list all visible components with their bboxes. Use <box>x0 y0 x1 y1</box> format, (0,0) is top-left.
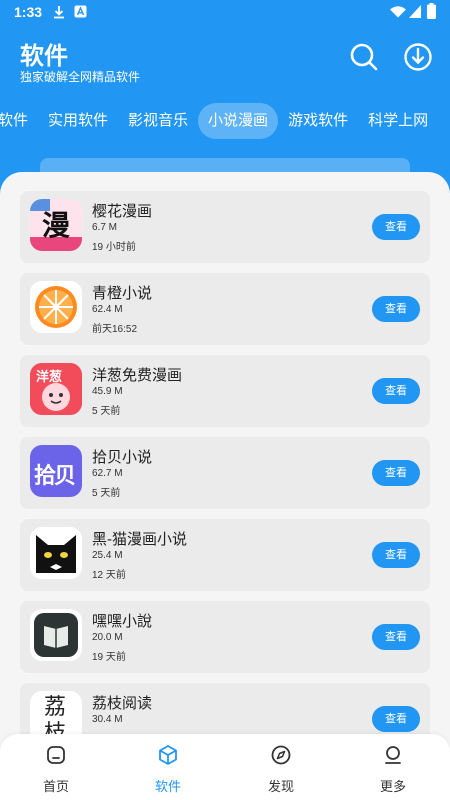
app-size: 20.0 M <box>92 632 123 643</box>
view-button[interactable]: 查看 <box>372 542 420 568</box>
nav-home[interactable]: 首页 <box>16 744 96 795</box>
tab-software[interactable]: 软件 <box>0 103 38 139</box>
app-name: 拾贝小说 <box>92 449 153 466</box>
tab-games[interactable]: 游戏软件 <box>278 103 358 139</box>
app-size: 45.9 M <box>92 386 123 397</box>
page-title: 软件 <box>20 43 68 70</box>
app-list-sheet: 漫 樱花漫画 6.7 M 19 小时前 查看 青橙小说 62.4 M 前天16:… <box>0 172 450 800</box>
view-button[interactable]: 查看 <box>372 460 420 486</box>
download-status-icon <box>54 6 64 19</box>
app-card[interactable]: 拾贝 拾贝小说 62.7 M 5 天前 查看 <box>20 437 430 509</box>
tab-novel-manga[interactable]: 小说漫画 <box>198 103 279 139</box>
person-icon <box>385 746 401 764</box>
home-icon <box>47 746 65 764</box>
app-size: 6.7 M <box>92 222 118 233</box>
app-name: 樱花漫画 <box>92 203 153 220</box>
app-name: 荔枝阅读 <box>92 695 153 712</box>
app-card[interactable]: 嘿嘿小說 20.0 M 19 天前 查看 <box>20 601 430 673</box>
app-updated: 12 天前 <box>92 570 126 581</box>
status-time: 1:33 <box>14 4 43 20</box>
app-card[interactable]: 洋葱 洋葱免费漫画 45.9 M 5 天前 查看 <box>20 355 430 427</box>
nav-discover[interactable]: 发现 <box>241 744 321 795</box>
wifi-icon <box>390 6 406 18</box>
tab-vpn[interactable]: 科学上网 <box>358 103 438 139</box>
page-subtitle: 独家破解全网精品软件 <box>20 70 141 84</box>
nav-label: 更多 <box>379 779 406 794</box>
nav-software[interactable]: 软件 <box>128 744 208 795</box>
shibei-icon: 拾贝 <box>30 445 82 497</box>
status-bar: 1:33 <box>0 0 450 26</box>
view-button[interactable]: 查看 <box>372 378 420 404</box>
view-button[interactable]: 查看 <box>372 706 420 732</box>
app-size: 62.4 M <box>92 304 123 315</box>
app-size: 25.4 M <box>92 550 123 561</box>
search-button[interactable] <box>349 42 381 74</box>
onion-manga-icon: 洋葱 <box>30 363 82 415</box>
app-name: 洋葱免费漫画 <box>92 367 183 384</box>
app-card[interactable]: 黑-猫漫画小说 25.4 M 12 天前 查看 <box>20 519 430 591</box>
view-button[interactable]: 查看 <box>372 624 420 650</box>
app-name: 黑-猫漫画小说 <box>92 531 187 548</box>
tab-utility[interactable]: 实用软件 <box>38 103 118 139</box>
app-updated: 19 天前 <box>92 652 126 663</box>
bottom-nav: 首页 软件 发现 更多 <box>0 734 450 800</box>
nav-label: 软件 <box>154 779 181 794</box>
view-button[interactable]: 查看 <box>372 296 420 322</box>
app-card[interactable]: 青橙小说 62.4 M 前天16:52 查看 <box>20 273 430 345</box>
orange-slice-icon <box>30 281 82 333</box>
app-size: 62.7 M <box>92 468 123 479</box>
download-circle-icon <box>404 43 432 71</box>
tab-video-music[interactable]: 影视音乐 <box>118 103 198 139</box>
nav-more[interactable]: 更多 <box>353 744 433 795</box>
compass-icon <box>271 745 291 765</box>
notification-a-icon <box>74 5 87 18</box>
battery-icon <box>427 3 436 19</box>
view-button[interactable]: 查看 <box>372 214 420 240</box>
black-cat-icon <box>30 527 82 579</box>
app-name: 青橙小说 <box>92 285 153 302</box>
app-updated: 5 天前 <box>92 406 121 417</box>
nav-label: 发现 <box>267 779 294 794</box>
app-updated: 前天16:52 <box>92 324 138 335</box>
app-card[interactable]: 漫 樱花漫画 6.7 M 19 小时前 查看 <box>20 191 430 263</box>
app-size: 30.4 M <box>92 714 123 725</box>
download-button[interactable] <box>403 42 435 74</box>
app-name: 嘿嘿小說 <box>92 613 153 630</box>
app-updated: 19 小时前 <box>92 242 136 253</box>
category-tabs: 软件 实用软件 影视音乐 小说漫画 游戏软件 科学上网 <box>0 102 450 140</box>
book-icon <box>30 609 82 661</box>
app-updated: 5 天前 <box>92 488 121 499</box>
cube-icon <box>159 745 177 765</box>
nav-label: 首页 <box>42 779 69 794</box>
search-icon <box>350 43 378 71</box>
sakura-manga-icon: 漫 <box>30 199 82 251</box>
signal-icon <box>409 5 421 18</box>
